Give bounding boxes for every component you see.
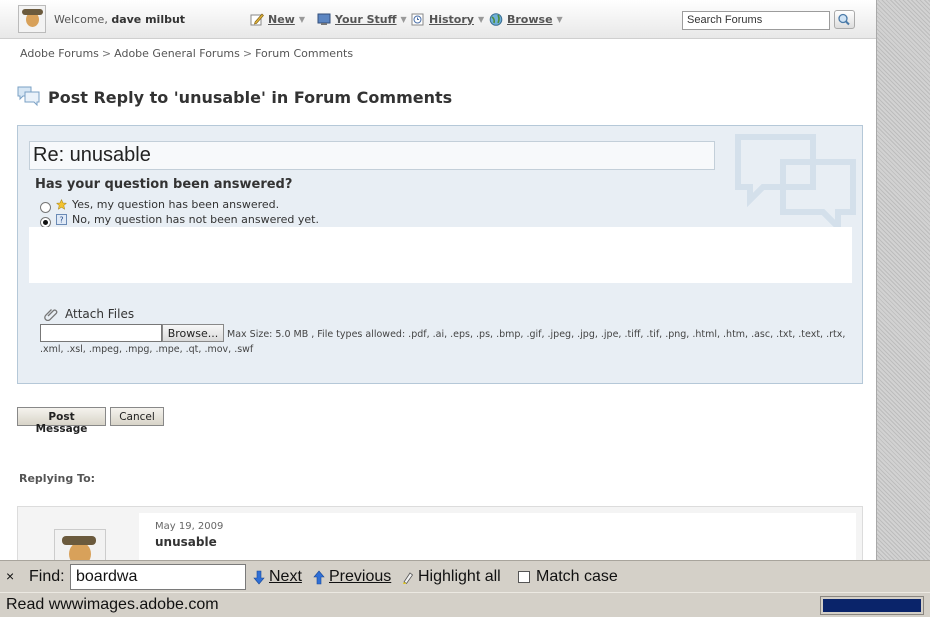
search-input[interactable]: Search Forums xyxy=(682,11,830,30)
post-message-button[interactable]: Post Message xyxy=(17,407,106,435)
speech-bubbles-icon xyxy=(17,86,40,107)
breadcrumb-general-forums[interactable]: Adobe General Forums xyxy=(114,47,240,60)
replying-to-panel xyxy=(17,506,863,560)
nav-history-label: History xyxy=(429,13,474,26)
answered-no-label: No, my question has not been answered ye… xyxy=(72,213,319,226)
close-find-bar-button[interactable]: × xyxy=(6,568,14,584)
question-answered-heading: Has your question been answered? xyxy=(35,177,293,192)
answered-yes-label: Yes, my question has been answered. xyxy=(72,198,280,211)
pencil-icon xyxy=(250,13,264,26)
status-text: Read wwwimages.adobe.com xyxy=(6,596,219,613)
find-next-label: Next xyxy=(269,568,302,585)
progress-fill xyxy=(823,599,921,612)
status-bar: Read wwwimages.adobe.com xyxy=(0,592,930,617)
reply-content-area xyxy=(139,513,856,560)
clock-icon xyxy=(411,13,424,26)
find-input[interactable]: boardwa xyxy=(70,564,246,590)
paperclip-icon xyxy=(44,309,58,321)
match-case-option[interactable]: Match case xyxy=(518,568,618,586)
match-case-checkbox[interactable] xyxy=(518,571,530,583)
star-icon xyxy=(56,199,67,210)
monitor-icon xyxy=(317,13,331,25)
forum-page: Welcome, dave milbut New ▼ Your Stuff ▼ xyxy=(0,0,876,560)
attach-files-label: Attach Files xyxy=(65,307,135,321)
search-icon xyxy=(838,13,850,26)
highlighter-icon xyxy=(403,571,414,584)
breadcrumb-adobe-forums[interactable]: Adobe Forums xyxy=(20,47,99,60)
search-button[interactable] xyxy=(834,10,855,29)
file-types-note: Max Size: 5.0 MB , File types allowed: .… xyxy=(40,329,846,355)
replying-to-heading: Replying To: xyxy=(19,472,96,485)
welcome-prefix: Welcome, xyxy=(54,13,108,26)
chevron-down-icon: ▼ xyxy=(298,15,305,24)
speech-bubble-watermark-icon xyxy=(735,134,856,232)
user-avatar[interactable] xyxy=(18,5,46,33)
reply-date: May 19, 2009 xyxy=(155,521,224,532)
loading-progress-bar xyxy=(820,596,924,615)
nav-new[interactable]: New ▼ xyxy=(250,13,305,26)
find-label: Find: xyxy=(29,568,65,585)
message-editor[interactable] xyxy=(29,227,852,283)
top-navigation-bar: Welcome, dave milbut New ▼ Your Stuff ▼ xyxy=(0,0,876,39)
nav-new-label: New xyxy=(268,13,295,26)
find-bar: × Find: boardwa Next Previous Highlight … xyxy=(0,560,930,592)
chevron-down-icon: ▼ xyxy=(556,15,563,24)
breadcrumb-separator: > xyxy=(101,47,112,60)
find-previous-button[interactable]: Previous xyxy=(313,568,391,586)
find-next-button[interactable]: Next xyxy=(253,568,302,586)
nav-history[interactable]: History ▼ xyxy=(411,13,484,26)
match-case-label: Match case xyxy=(536,568,618,585)
nav-browse[interactable]: Browse ▼ xyxy=(489,13,563,26)
page-scroll-gutter xyxy=(876,0,930,560)
attach-files-heading: Attach Files xyxy=(44,307,134,321)
answered-no-option[interactable]: ? No, my question has not been answered … xyxy=(40,211,319,228)
nav-your-stuff-label: Your Stuff xyxy=(335,13,397,26)
nav-your-stuff[interactable]: Your Stuff ▼ xyxy=(317,13,407,26)
welcome-text: Welcome, dave milbut xyxy=(54,13,185,26)
svg-text:?: ? xyxy=(59,216,63,225)
chevron-down-icon: ▼ xyxy=(400,15,407,24)
reply-subject[interactable]: unusable xyxy=(155,535,217,549)
cancel-button[interactable]: Cancel xyxy=(110,407,164,426)
question-icon: ? xyxy=(56,214,67,225)
nav-browse-label: Browse xyxy=(507,13,553,26)
highlight-all-label: Highlight all xyxy=(418,568,501,585)
username[interactable]: dave milbut xyxy=(111,13,185,26)
page-title: Post Reply to 'unusable' in Forum Commen… xyxy=(48,88,453,107)
arrow-down-icon xyxy=(253,570,265,584)
breadcrumb: Adobe Forums > Adobe General Forums > Forum … xyxy=(20,47,353,60)
reply-form-panel: Re: unusable Has your question been answ… xyxy=(17,125,863,384)
author-avatar[interactable] xyxy=(54,529,106,560)
find-previous-label: Previous xyxy=(329,568,392,585)
chevron-down-icon: ▼ xyxy=(477,15,485,24)
subject-field[interactable]: Re: unusable xyxy=(29,141,715,170)
breadcrumb-separator: > xyxy=(242,47,253,60)
globe-icon xyxy=(489,13,503,26)
arrow-up-icon xyxy=(313,570,325,584)
breadcrumb-forum-comments[interactable]: Forum Comments xyxy=(255,47,353,60)
highlight-all-button[interactable]: Highlight all xyxy=(402,568,501,586)
